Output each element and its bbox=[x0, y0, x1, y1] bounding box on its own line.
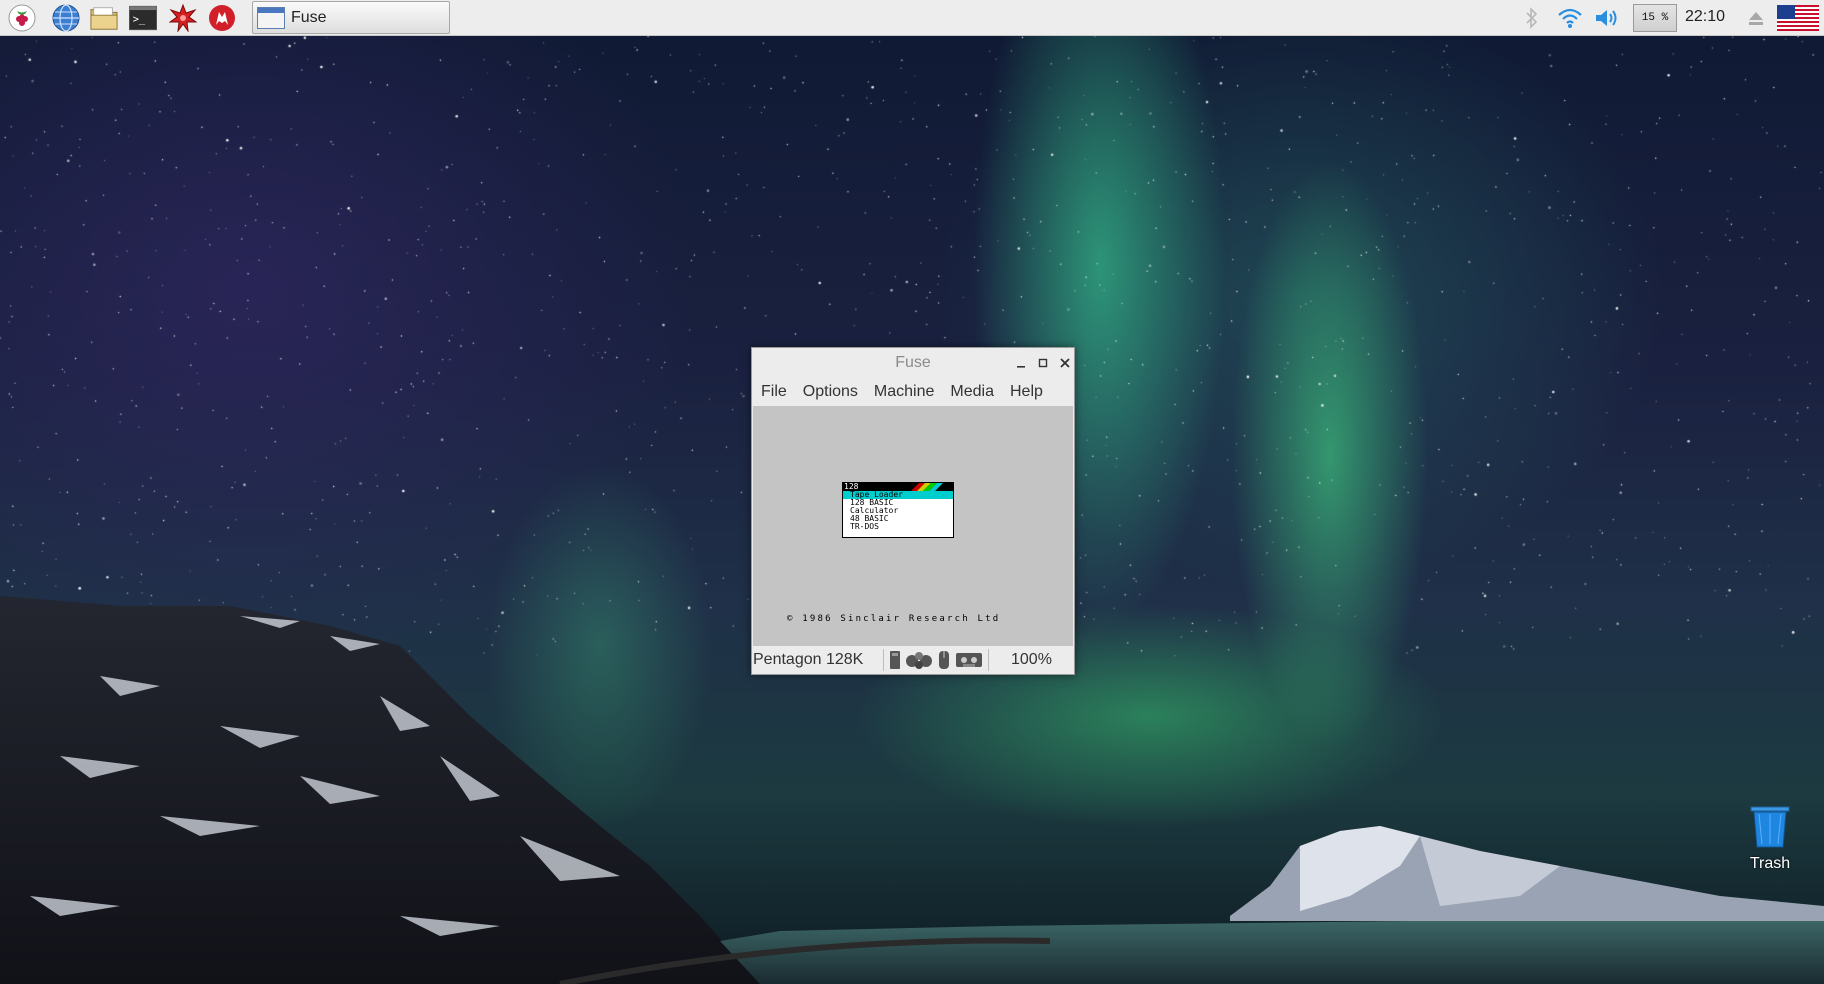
close-icon bbox=[1060, 358, 1070, 368]
us-flag-icon[interactable] bbox=[1776, 4, 1820, 32]
web-browser-icon[interactable] bbox=[52, 4, 80, 32]
terminal-icon[interactable]: >_ bbox=[129, 4, 157, 32]
spectrum-128-menu: 128 Tape Loader 128 BASIC Calculator 48 … bbox=[842, 482, 954, 538]
close-button[interactable] bbox=[1056, 354, 1074, 372]
maximize-button[interactable] bbox=[1034, 354, 1052, 372]
fuse-window: Fuse File Options Machine Media Help 128 bbox=[751, 347, 1075, 675]
wolfram-icon[interactable] bbox=[208, 4, 236, 32]
volume-icon[interactable] bbox=[1592, 4, 1622, 32]
cpu-usage-monitor[interactable]: 15 % bbox=[1633, 4, 1677, 32]
trash-icon bbox=[1750, 806, 1790, 848]
menu-help[interactable]: Help bbox=[1002, 378, 1051, 406]
status-speed: 100% bbox=[1011, 651, 1052, 668]
menu-machine[interactable]: Machine bbox=[866, 378, 942, 406]
status-icons bbox=[884, 650, 988, 670]
menu-file[interactable]: File bbox=[752, 378, 795, 406]
status-machine-name: Pentagon 128K bbox=[753, 651, 864, 668]
menu-media[interactable]: Media bbox=[942, 378, 1002, 406]
disk-drive-icon bbox=[906, 652, 932, 669]
spectrum-menu-title: 128 bbox=[844, 482, 859, 491]
spectrum-menu-item: TR-DOS bbox=[850, 522, 879, 531]
taskbar-window-button-fuse[interactable]: Fuse bbox=[252, 1, 450, 34]
spectrum-copyright: © 1986 Sinclair Research Ltd bbox=[787, 614, 1001, 624]
taskbar-window-label: Fuse bbox=[291, 8, 327, 26]
mathematica-icon[interactable] bbox=[169, 4, 197, 32]
microdrive-icon bbox=[890, 651, 900, 669]
minimize-button[interactable] bbox=[1012, 354, 1030, 372]
bluetooth-icon[interactable] bbox=[1520, 4, 1544, 32]
clock[interactable]: 22:10 bbox=[1680, 8, 1730, 26]
mouse-icon bbox=[939, 651, 949, 669]
wifi-icon[interactable] bbox=[1555, 4, 1585, 32]
menu-bar: File Options Machine Media Help bbox=[752, 378, 1074, 406]
tape-icon bbox=[956, 653, 982, 667]
trash-label: Trash bbox=[1749, 855, 1791, 872]
status-bar: Pentagon 128K 100% bbox=[752, 646, 1074, 674]
menu-options[interactable]: Options bbox=[795, 378, 866, 406]
emulator-screen[interactable]: 128 Tape Loader 128 BASIC Calculator 48 … bbox=[753, 406, 1073, 646]
spectrum-rainbow-stripes bbox=[911, 483, 943, 491]
minimize-icon bbox=[1017, 366, 1025, 368]
raspberry-menu-icon[interactable] bbox=[8, 4, 36, 32]
window-icon bbox=[257, 6, 285, 29]
svg-text:>_: >_ bbox=[133, 14, 146, 26]
file-manager-icon[interactable] bbox=[90, 4, 118, 32]
spectrum-menu-header: 128 bbox=[843, 483, 953, 491]
maximize-icon bbox=[1038, 358, 1048, 368]
status-separator bbox=[988, 649, 989, 671]
trash-desktop-icon[interactable]: Trash bbox=[1735, 806, 1805, 873]
taskbar: >_ Fuse 15 % 22:10 bbox=[0, 0, 1824, 36]
eject-icon[interactable] bbox=[1744, 4, 1768, 32]
